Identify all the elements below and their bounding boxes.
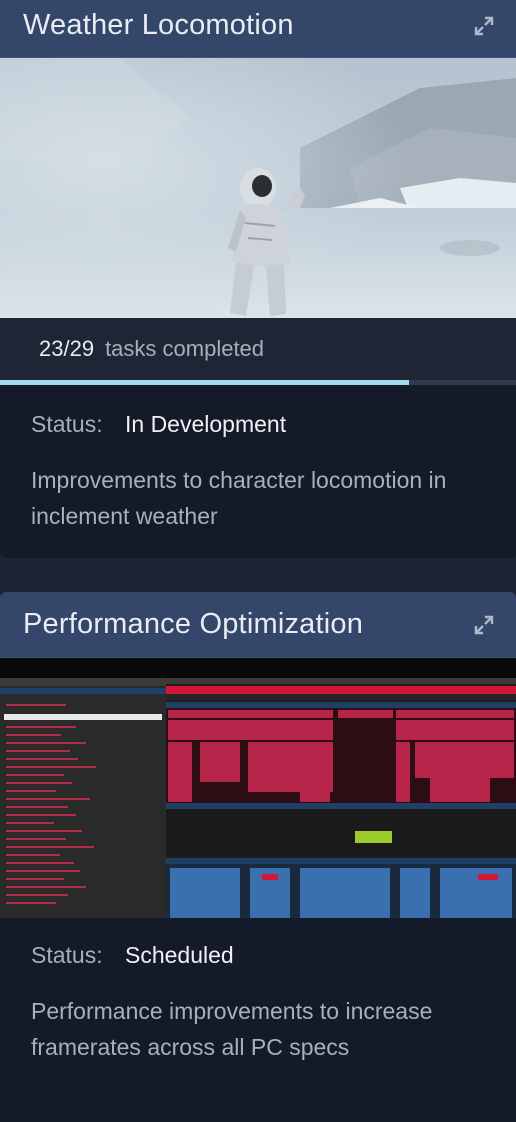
progress-bar bbox=[0, 380, 516, 385]
expand-icon[interactable] bbox=[472, 14, 496, 38]
card-header: Performance Optimization bbox=[0, 592, 516, 658]
card-header: Weather Locomotion bbox=[0, 0, 516, 58]
card-thumbnail[interactable] bbox=[0, 58, 516, 318]
card-title: Weather Locomotion bbox=[23, 9, 294, 41]
progress-bar-fill bbox=[0, 380, 410, 385]
card-title: Performance Optimization bbox=[23, 608, 364, 640]
tasks-summary: 23/29 tasks completed bbox=[0, 318, 516, 380]
card-description: Performance improvements to increase fra… bbox=[31, 998, 433, 1060]
status-label: Status: bbox=[31, 411, 103, 437]
status-label: Status: bbox=[31, 942, 103, 968]
expand-icon[interactable] bbox=[472, 613, 496, 637]
tasks-label: tasks completed bbox=[105, 336, 265, 361]
card-thumbnail[interactable] bbox=[0, 658, 516, 918]
card-body: Status: Scheduled Performance improvemen… bbox=[0, 918, 516, 1065]
roadmap-card-weather-locomotion: Weather Locomotion 23/29 tasks completed… bbox=[0, 0, 516, 558]
status-value: Scheduled bbox=[125, 942, 234, 968]
tasks-count: 23/29 bbox=[39, 336, 95, 361]
status-row: Status: Scheduled bbox=[31, 942, 485, 969]
status-row: Status: In Development bbox=[31, 411, 485, 438]
card-description: Improvements to character locomotion in … bbox=[31, 467, 447, 529]
status-value: In Development bbox=[125, 411, 287, 437]
card-body: Status: In Development Improvements to c… bbox=[0, 385, 516, 534]
roadmap-card-performance-optimization: Performance Optimization Status: Schedul… bbox=[0, 592, 516, 1122]
